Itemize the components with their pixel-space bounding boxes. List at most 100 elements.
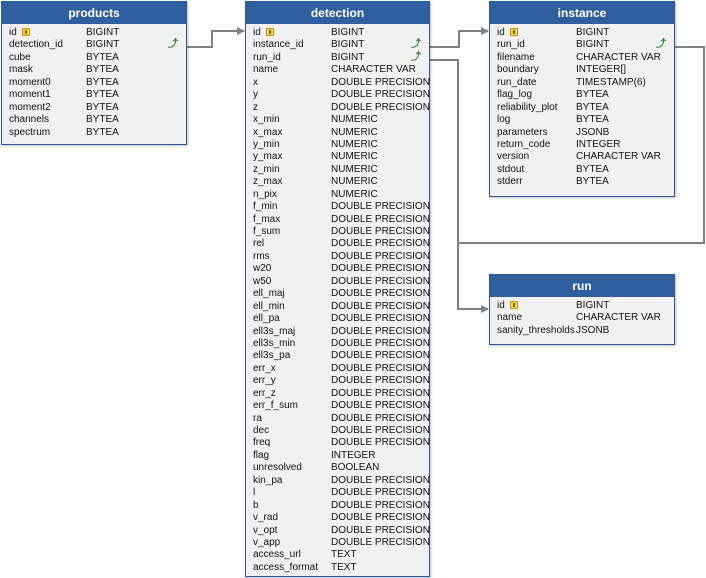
column-type: CHARACTER VAR xyxy=(576,51,661,63)
column-row[interactable]: w20 DOUBLE PRECISION xyxy=(246,263,430,275)
column-row[interactable]: access_format TEXT xyxy=(246,562,429,574)
column-type: BYTEA xyxy=(86,101,119,113)
column-row[interactable]: name CHARACTER VAR xyxy=(490,312,674,324)
column-row[interactable]: err_x DOUBLE PRECISION xyxy=(246,362,430,375)
column-row[interactable]: ell_pa DOUBLE PRECISION xyxy=(246,313,430,325)
column-row[interactable]: spectrum BYTEA xyxy=(2,127,186,139)
column-row[interactable]: return_code INTEGER xyxy=(490,139,674,151)
column-row[interactable]: err_f_sum DOUBLE PRECISION xyxy=(246,400,430,412)
column-row[interactable]: moment1 BYTEA xyxy=(2,89,186,101)
column-type: DOUBLE PRECISION xyxy=(331,512,430,524)
column-row[interactable]: flag_log BYTEA xyxy=(490,89,674,101)
column-row[interactable]: y DOUBLE PRECISION xyxy=(246,89,430,101)
column-row[interactable]: f_max DOUBLE PRECISION xyxy=(246,214,430,226)
column-row[interactable]: instance_id BIGINT ⤴ xyxy=(246,39,429,51)
key-icon xyxy=(509,28,518,36)
column-row[interactable]: stdout BYTEA xyxy=(490,164,674,176)
column-row[interactable]: name CHARACTER VAR xyxy=(246,64,429,76)
table-detection[interactable]: detection id BIGINT instance_id BIGINT ⤴ run_i… xyxy=(245,1,430,577)
column-name-text: z_max xyxy=(253,176,283,188)
column-row[interactable]: dec DOUBLE PRECISION xyxy=(246,425,430,437)
column-row[interactable]: err_z DOUBLE PRECISION xyxy=(246,387,430,400)
column-row[interactable]: f_sum DOUBLE PRECISION xyxy=(246,226,430,238)
column-row[interactable]: ell_maj DOUBLE PRECISION xyxy=(246,288,430,300)
column-row[interactable]: cube BYTEA xyxy=(2,52,186,64)
column-name: id xyxy=(497,300,518,312)
column-row[interactable]: moment0 BYTEA xyxy=(2,77,186,89)
column-row[interactable]: run_id BIGINT ⤴ xyxy=(246,52,429,64)
column-row[interactable]: z_min NUMERIC xyxy=(246,164,429,176)
column-type: DOUBLE PRECISION xyxy=(331,387,430,399)
column-row[interactable]: y_max NUMERIC xyxy=(246,151,429,163)
column-name: run_id xyxy=(253,52,281,64)
column-name: x xyxy=(253,77,258,89)
column-row[interactable]: run_date TIMESTAMP(6) xyxy=(490,77,674,89)
column-row[interactable]: z DOUBLE PRECISION xyxy=(246,102,430,114)
column-row[interactable]: x_max NUMERIC xyxy=(246,127,429,139)
column-row[interactable]: err_y DOUBLE PRECISION xyxy=(246,375,430,387)
column-row[interactable]: w50 DOUBLE PRECISION xyxy=(246,276,430,288)
column-row[interactable]: ra DOUBLE PRECISION xyxy=(246,413,430,425)
column-row[interactable]: stderr BYTEA xyxy=(490,176,674,188)
column-row[interactable]: v_rad DOUBLE PRECISION xyxy=(246,512,430,524)
column-name: ell3s_maj xyxy=(253,326,295,338)
column-row[interactable]: b DOUBLE PRECISION xyxy=(246,500,430,512)
table-instance[interactable]: instance id BIGINT run_id BIGINT ⤴ filename CHA… xyxy=(489,1,675,197)
column-row[interactable]: y_min NUMERIC xyxy=(246,139,429,151)
column-name: flag xyxy=(253,450,269,462)
column-row[interactable]: log BYTEA xyxy=(490,114,674,126)
column-name: return_code xyxy=(497,139,550,151)
column-row[interactable]: parameters JSONB xyxy=(490,127,674,139)
column-row[interactable]: access_url TEXT xyxy=(246,549,429,561)
column-row[interactable]: flag INTEGER xyxy=(246,450,429,462)
column-name: z_max xyxy=(253,176,282,188)
column-row[interactable]: mask BYTEA xyxy=(2,64,186,76)
column-row[interactable]: id BIGINT xyxy=(490,27,674,39)
column-row[interactable]: channels BYTEA xyxy=(2,114,186,126)
column-name-text: w20 xyxy=(253,263,272,275)
column-name: run_id xyxy=(497,39,525,51)
column-name-text: access_url xyxy=(253,549,301,561)
column-row[interactable]: l DOUBLE PRECISION xyxy=(246,487,430,499)
column-name: version xyxy=(497,151,529,163)
fk-arrow-icon: ⤴ xyxy=(411,39,421,51)
column-row[interactable]: id BIGINT xyxy=(2,27,186,39)
column-row[interactable]: ell_min DOUBLE PRECISION xyxy=(246,301,430,313)
column-type: BYTEA xyxy=(576,176,609,188)
column-row[interactable]: rel DOUBLE PRECISION xyxy=(246,238,430,250)
column-row[interactable]: ell3s_min DOUBLE PRECISION xyxy=(246,338,430,350)
column-name-text: spectrum xyxy=(9,126,51,138)
column-row[interactable]: id BIGINT xyxy=(490,300,674,312)
column-type: DOUBLE PRECISION xyxy=(331,437,430,449)
column-row[interactable]: f_min DOUBLE PRECISION xyxy=(246,201,430,213)
column-row[interactable]: moment2 BYTEA xyxy=(2,102,186,114)
column-row[interactable]: ell3s_pa DOUBLE PRECISION xyxy=(246,350,430,362)
column-row[interactable]: v_opt DOUBLE PRECISION xyxy=(246,525,430,537)
table-products[interactable]: products id BIGINT detection_id BIGINT ⤴ cube B… xyxy=(1,1,187,145)
column-row[interactable]: unresolved BOOLEAN xyxy=(246,462,429,474)
column-type: CHARACTER VAR xyxy=(576,151,661,163)
column-row[interactable]: rms DOUBLE PRECISION xyxy=(246,251,430,263)
column-row[interactable]: sanity_thresholds JSONB xyxy=(490,325,674,337)
column-name-text: err_x xyxy=(253,362,276,374)
column-row[interactable]: freq DOUBLE PRECISION xyxy=(246,437,430,449)
column-type: BIGINT xyxy=(86,39,120,51)
column-row[interactable]: detection_id BIGINT ⤴ xyxy=(2,39,186,51)
column-row[interactable]: run_id BIGINT ⤴ xyxy=(490,39,674,51)
column-row[interactable]: x DOUBLE PRECISION xyxy=(246,77,430,89)
column-name: ell_pa xyxy=(253,313,280,325)
column-row[interactable]: x_min NUMERIC xyxy=(246,114,429,126)
column-row[interactable]: ell3s_maj DOUBLE PRECISION xyxy=(246,326,430,338)
column-row[interactable]: filename CHARACTER VAR xyxy=(490,52,674,64)
column-row[interactable]: reliability_plot BYTEA xyxy=(490,102,674,114)
column-name-text: n_pix xyxy=(253,188,277,200)
table-run[interactable]: run id BIGINT name CHARACTER VAR sanity_thres… xyxy=(489,274,675,345)
column-row[interactable]: version CHARACTER VAR xyxy=(490,151,674,163)
column-row[interactable]: n_pix NUMERIC xyxy=(246,189,429,201)
column-row[interactable]: boundary INTEGER[] xyxy=(490,64,674,76)
column-row[interactable]: id BIGINT xyxy=(246,27,429,39)
column-row[interactable]: kin_pa DOUBLE PRECISION xyxy=(246,475,430,487)
column-row[interactable]: v_app DOUBLE PRECISION xyxy=(246,537,430,549)
column-name-text: access_format xyxy=(253,561,319,573)
column-row[interactable]: z_max NUMERIC xyxy=(246,176,429,188)
